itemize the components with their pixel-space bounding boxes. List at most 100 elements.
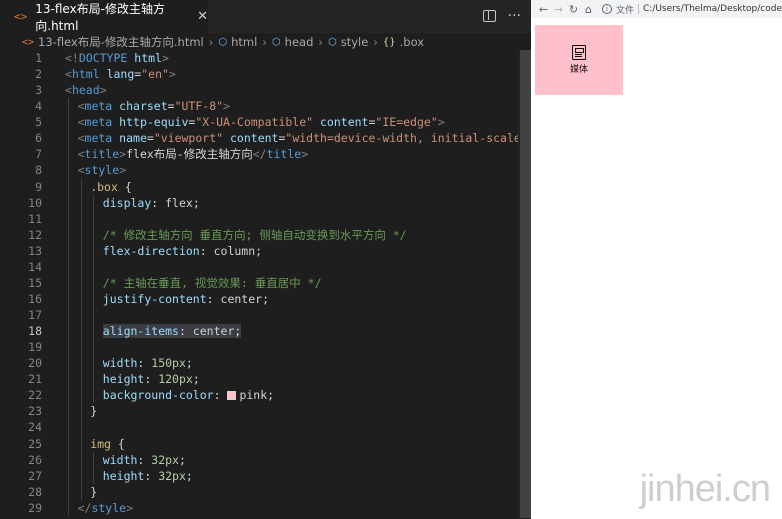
indent-guide: [68, 435, 69, 452]
code-area[interactable]: 1 <!DOCTYPE html> 2 <html lang="en"> 3 <head>…: [0, 50, 520, 519]
code-line[interactable]: 17: [0, 307, 520, 324]
code-line[interactable]: 14: [0, 258, 520, 275]
code-text: <meta name="viewport" content="width=dev…: [78, 130, 520, 146]
code-token: 32px: [151, 452, 179, 467]
code-text: <style>: [78, 162, 127, 178]
code-token: flex布局-修改主轴方向: [126, 147, 253, 162]
reload-icon[interactable]: ↻: [566, 3, 581, 16]
line-number: 4: [35, 99, 42, 114]
indent-guide: [80, 403, 82, 420]
code-line[interactable]: 10 display: flex;: [0, 194, 520, 211]
editor-tab-bar: <> 13-flex布局-修改主轴方向.html ✕ ···: [0, 0, 531, 33]
indent-guide: [93, 258, 95, 275]
breadcrumb-item-head[interactable]: ⬡ head: [272, 35, 313, 49]
back-icon[interactable]: ←: [536, 3, 551, 16]
indent-guide: [80, 307, 82, 324]
code-line[interactable]: 4 <meta charset="UTF-8">: [0, 98, 520, 115]
element-icon: ⬡: [271, 36, 281, 48]
code-line[interactable]: 12 /* 修改主轴方向 垂直方向; 侧轴自动变换到水平方向 */: [0, 226, 520, 243]
code-token: <: [77, 163, 85, 178]
code-line[interactable]: 13 flex-direction: column;: [0, 242, 520, 259]
color-swatch[interactable]: [227, 391, 237, 401]
line-number: 22: [28, 388, 42, 403]
url-text[interactable]: C:/Users/Thelma/Desktop/code: [643, 4, 782, 14]
indent-guide: [80, 323, 82, 340]
code-line[interactable]: 1 <!DOCTYPE html>: [0, 50, 520, 66]
line-number: 8: [35, 163, 42, 178]
editor-scrollbar[interactable]: [518, 50, 531, 519]
breadcrumb-file[interactable]: <> 13-flex布局-修改主轴方向.html: [22, 34, 204, 50]
indent-guide: [93, 274, 95, 291]
code-line[interactable]: 8 <style>: [0, 162, 520, 179]
code-line[interactable]: 21 height: 120px;: [0, 371, 520, 388]
code-line[interactable]: 20 width: 150px;: [0, 355, 520, 372]
code-token: 120px: [158, 372, 193, 387]
indent-guide: [93, 210, 95, 227]
code-line[interactable]: 5 <meta http-equiv="X-UA-Compatible" cont…: [0, 114, 520, 131]
code-line[interactable]: 18 align-items: center;: [0, 323, 520, 340]
code-line[interactable]: 16 justify-content: center;: [0, 290, 520, 307]
indent-guide: [68, 162, 69, 179]
indent-guide: [68, 451, 69, 468]
line-number: 2: [35, 67, 42, 82]
breadcrumb-item-selector[interactable]: {} .box: [383, 35, 424, 49]
code-line[interactable]: 11: [0, 210, 520, 227]
code-text: img {: [90, 436, 125, 452]
code-text: align-items: center;: [102, 323, 242, 339]
code-line[interactable]: 15 /* 主轴在垂直, 视觉效果: 垂直居中 */: [0, 274, 520, 291]
more-actions-icon[interactable]: ···: [508, 8, 521, 24]
code-token: style: [91, 500, 127, 515]
code-token: ;: [192, 195, 200, 210]
editor-scrollbar-thumb[interactable]: [520, 50, 531, 518]
code-token: ;: [255, 243, 263, 258]
line-number: 28: [28, 484, 42, 499]
security-label: 文件: [616, 5, 635, 16]
code-line[interactable]: 19: [0, 339, 520, 356]
code-line[interactable]: 25 img {: [0, 435, 520, 452]
code-token: ;: [192, 372, 200, 387]
code-token: column: [213, 243, 256, 258]
info-icon[interactable]: i: [602, 4, 612, 14]
code-line[interactable]: 22 background-color: pink;: [0, 387, 520, 404]
line-number: 21: [28, 372, 42, 387]
editor-tab-active[interactable]: <> 13-flex布局-修改主轴方向.html ✕: [0, 0, 208, 33]
code-token: ;: [267, 388, 275, 403]
indent-guide: [93, 387, 95, 404]
code-token: {: [117, 179, 132, 194]
code-line[interactable]: 27 height: 32px;: [0, 467, 520, 484]
code-text: }: [90, 484, 97, 500]
line-number: 18: [28, 324, 42, 339]
line-number: 25: [28, 436, 42, 451]
code-token: "width=device-width, initial-scale=1.0": [285, 131, 520, 146]
code-line[interactable]: 9 .box {: [0, 178, 520, 195]
indent-guide: [68, 146, 69, 163]
code-line[interactable]: 2 <html lang="en">: [0, 66, 520, 82]
code-token: "UTF-8": [174, 99, 224, 114]
breadcrumb-item-html[interactable]: ⬡ html: [218, 35, 257, 49]
code-line[interactable]: 6 <meta name="viewport" content="width=de…: [0, 130, 520, 147]
code-line[interactable]: 7 <title>flex布局-修改主轴方向</title>: [0, 146, 520, 163]
flex-box: 媒体: [535, 25, 623, 95]
code-token: </: [252, 147, 267, 162]
breadcrumb-item-style[interactable]: ⬡ style: [328, 35, 368, 49]
code-token: :: [213, 388, 228, 403]
line-number: 10: [28, 195, 42, 210]
code-editor[interactable]: <> 13-flex布局-修改主轴方向.html ✕ ··· <> 13-fle…: [0, 0, 531, 519]
split-editor-icon[interactable]: [482, 10, 496, 22]
code-line[interactable]: 24: [0, 419, 520, 436]
code-line[interactable]: 29 </style>: [0, 499, 520, 516]
address-bar[interactable]: i 文件 C:/Users/Thelma/Desktop/code: [602, 3, 782, 16]
close-tab-icon[interactable]: ✕: [197, 9, 208, 24]
code-token: http-equiv: [119, 115, 189, 130]
code-line[interactable]: 26 width: 32px;: [0, 451, 520, 468]
code-line[interactable]: 3 <head>: [0, 82, 520, 98]
indent-guide: [68, 339, 69, 356]
forward-icon[interactable]: →: [551, 3, 566, 16]
home-icon[interactable]: ⌂: [581, 3, 596, 16]
code-token: >: [126, 500, 134, 515]
code-line[interactable]: 28}: [0, 483, 520, 500]
code-line[interactable]: 23}: [0, 403, 520, 420]
code-token: :: [178, 324, 193, 339]
code-token: :: [199, 243, 214, 258]
